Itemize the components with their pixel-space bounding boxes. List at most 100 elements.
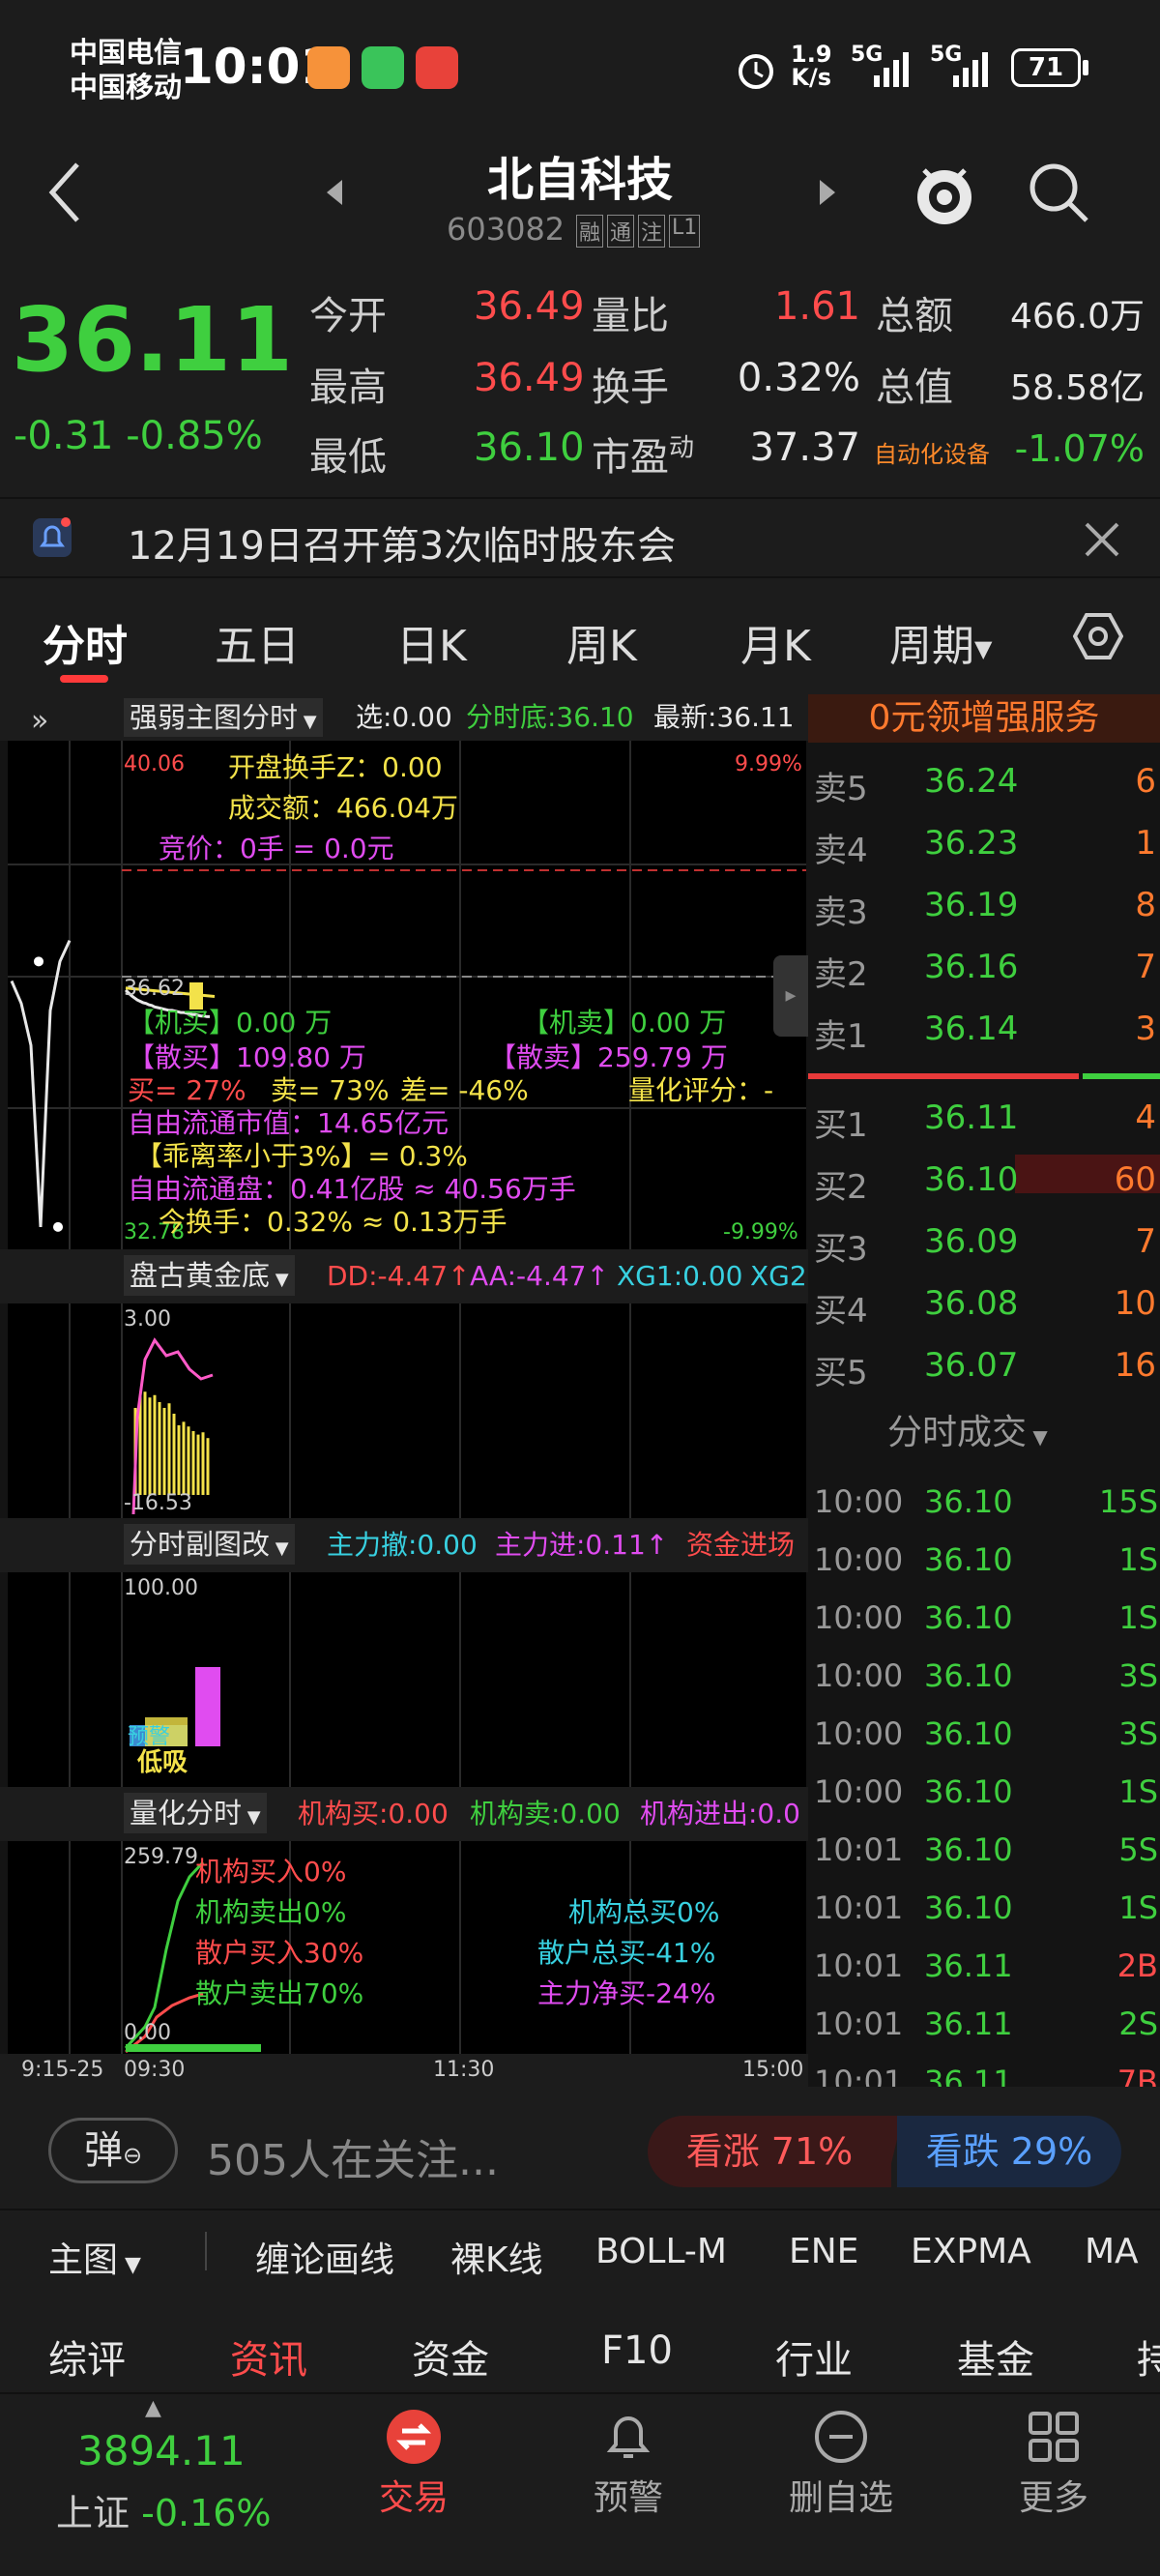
ask-row[interactable]: 卖1 36.14 3 — [808, 998, 1160, 1060]
bid-row[interactable]: 买3 36.09 7 — [808, 1211, 1160, 1273]
nav-alert[interactable]: 预警 — [561, 2408, 696, 2520]
sub3-indicator-dropdown[interactable]: 量化分时 ▼ — [124, 1793, 267, 1833]
sub1-indicator-dropdown[interactable]: 盘古黄金底 ▼ — [124, 1255, 295, 1296]
ask-label: 卖1 — [814, 1017, 868, 1056]
sub3-label-1: 机构买:0.00 — [298, 1798, 449, 1830]
tab-funds[interactable]: 资金 — [412, 2328, 489, 2385]
bid-row[interactable]: 买4 36.08 10 — [808, 1273, 1160, 1334]
sub1-axis-bottom: -16.53 — [124, 1491, 192, 1515]
bid-row[interactable]: 买1 36.11 4 — [808, 1087, 1160, 1149]
deal-volume: 3S — [1118, 1715, 1158, 1752]
info-tabs: 综评 资讯 资金 F10 行业 基金 持 — [0, 2311, 1160, 2392]
stock-tag: 注 — [638, 215, 666, 248]
sub3-indicator-name: 量化分时 — [130, 1797, 243, 1830]
flow-float-shares: 自由流通盘：0.41亿股 ≈ 40.56万手 — [128, 1173, 576, 1205]
main-indicator-name: 强弱主图分时 — [130, 701, 299, 734]
close-icon[interactable] — [1083, 520, 1121, 559]
tab-five-day[interactable]: 五日 — [215, 611, 300, 673]
notice-text[interactable]: 12月19日召开第3次临时股东会 — [128, 514, 676, 571]
tab-period[interactable]: 周期▼ — [889, 611, 992, 673]
toggle-off-icon: ⊖ — [122, 2142, 143, 2169]
ask-row[interactable]: 卖3 36.19 8 — [808, 874, 1160, 936]
battery-indicator: 71 — [1011, 48, 1081, 87]
bid-label: 买2 — [814, 1168, 868, 1207]
intraday-chart-svg[interactable] — [0, 741, 808, 2143]
tab-overview[interactable]: 综评 — [48, 2328, 126, 2385]
chart-area[interactable]: » 强弱主图分时 ▼ 选:0.00 分时底:36.10 最新:36.11 40.… — [0, 694, 816, 2087]
nav-trade[interactable]: 交易 — [346, 2408, 481, 2520]
nav-remove-watchlist[interactable]: 删自选 — [773, 2408, 909, 2520]
turnover-label: 换手 — [592, 366, 669, 410]
expand-icon[interactable]: » — [31, 704, 48, 738]
follow-bar: 弹⊖ 505人在关注... 看涨 71% 看跌 29% — [0, 2087, 1160, 2209]
bid-label: 买5 — [814, 1354, 868, 1392]
ask-row[interactable]: 卖2 36.16 7 — [808, 936, 1160, 998]
indicator-expma[interactable]: EXPMA — [911, 2232, 1031, 2271]
indicator-chanlun[interactable]: 缠论画线 — [255, 2232, 394, 2282]
stock-app-icon — [416, 46, 458, 89]
tab-news[interactable]: 资讯 — [230, 2328, 307, 2385]
flow-deviation: 【乖离率小于3%】= 0.3% — [135, 1140, 468, 1172]
main-chart-selector[interactable]: 主图 ▼ — [48, 2232, 141, 2282]
pe-value: 37.37 — [749, 425, 860, 470]
vote-down-button[interactable]: 看跌 29% — [897, 2116, 1121, 2187]
industry-label[interactable]: 自动化设备 — [874, 435, 990, 469]
deals-title-dropdown[interactable]: 分时成交 ▼ — [887, 1404, 1048, 1454]
vote-up-button[interactable]: 看涨 71% — [648, 2116, 891, 2187]
open-label: 今开 — [309, 294, 387, 338]
danmaku-toggle-button[interactable]: 弹⊖ — [48, 2118, 178, 2183]
ask-row[interactable]: 卖5 36.24 6 — [808, 750, 1160, 812]
tab-weekly-k[interactable]: 周K — [566, 611, 637, 673]
bid-row[interactable]: 买2 36.10 60 — [808, 1149, 1160, 1211]
sub3-text-a: 机构买入0% — [195, 1856, 347, 1888]
sub2-indicator-dropdown[interactable]: 分时副图改 ▼ — [124, 1524, 295, 1565]
tab-daily-k[interactable]: 日K — [396, 611, 467, 673]
service-banner[interactable]: 0元领增强服务 — [808, 694, 1160, 743]
mascot-icon[interactable] — [913, 155, 976, 230]
chevron-down-icon: ▼ — [118, 2253, 141, 2277]
deal-price: 36.10 — [924, 1483, 1013, 1520]
sub2-small-2: 低吸 — [137, 1748, 188, 1777]
main-indicator-dropdown[interactable]: 强弱主图分时 ▼ — [124, 698, 323, 737]
bell-icon — [606, 2416, 651, 2458]
market-cap-value: 58.58亿 — [1009, 368, 1145, 408]
sub3-axis-top: 259.79 — [124, 1845, 198, 1869]
indicator-ma[interactable]: MA — [1085, 2232, 1139, 2271]
wechat-icon — [362, 46, 404, 89]
index-value[interactable]: 3894.11 — [77, 2427, 246, 2474]
bottom-navigation: ▲ 3894.11 上证 -0.16% 交易 预警 删自选 更多 — [0, 2392, 1160, 2576]
notice-bar[interactable]: 12月19日召开第3次临时股东会 — [0, 497, 1160, 578]
tab-intraday[interactable]: 分时 — [43, 611, 128, 673]
deal-time: 10:01 — [814, 1831, 904, 1868]
tab-industry[interactable]: 行业 — [775, 2328, 853, 2385]
index-info[interactable]: 上证 -0.16% — [56, 2483, 272, 2536]
chart-expand-handle[interactable]: ▸ — [773, 955, 808, 1037]
price-change-value: -0.31 — [14, 414, 114, 458]
nav-more[interactable]: 更多 — [986, 2408, 1121, 2520]
tab-f10[interactable]: F10 — [601, 2328, 673, 2373]
pe-label: 市盈动 — [592, 425, 694, 482]
bid-row[interactable]: 买5 36.07 16 — [808, 1334, 1160, 1396]
carrier-1: 中国电信 — [70, 36, 183, 69]
bid-price: 36.10 — [924, 1160, 1019, 1199]
indicator-naked-k[interactable]: 裸K线 — [450, 2232, 543, 2282]
indicator-boll[interactable]: BOLL-M — [595, 2232, 727, 2271]
price-change: -0.31 -0.85% — [14, 414, 263, 458]
flow-turnover: 今换手：0.32% ≈ 0.13万手 — [159, 1206, 508, 1238]
tab-monthly-k[interactable]: 月K — [740, 611, 811, 673]
indicator-ene[interactable]: ENE — [789, 2232, 858, 2271]
ratio-bar-red — [808, 1073, 1079, 1079]
tab-holdings[interactable]: 持 — [1137, 2328, 1160, 2385]
bid-price: 36.08 — [924, 1284, 1019, 1323]
turnover-value: 0.32% — [737, 356, 860, 400]
stock-header: 北自科技 603082 融 通 注 L1 — [0, 135, 1160, 263]
tab-fund[interactable]: 基金 — [957, 2328, 1034, 2385]
volume-ratio-value: 1.61 — [773, 284, 860, 329]
deal-volume: 1S — [1118, 1599, 1158, 1636]
net-speed: 1.9 K/s — [791, 43, 832, 89]
ask-row[interactable]: 卖4 36.23 1 — [808, 812, 1160, 874]
nav-more-label: 更多 — [1018, 2478, 1088, 2518]
search-icon[interactable] — [1027, 161, 1090, 224]
next-stock-icon[interactable] — [816, 176, 839, 209]
settings-icon[interactable] — [1073, 611, 1123, 661]
